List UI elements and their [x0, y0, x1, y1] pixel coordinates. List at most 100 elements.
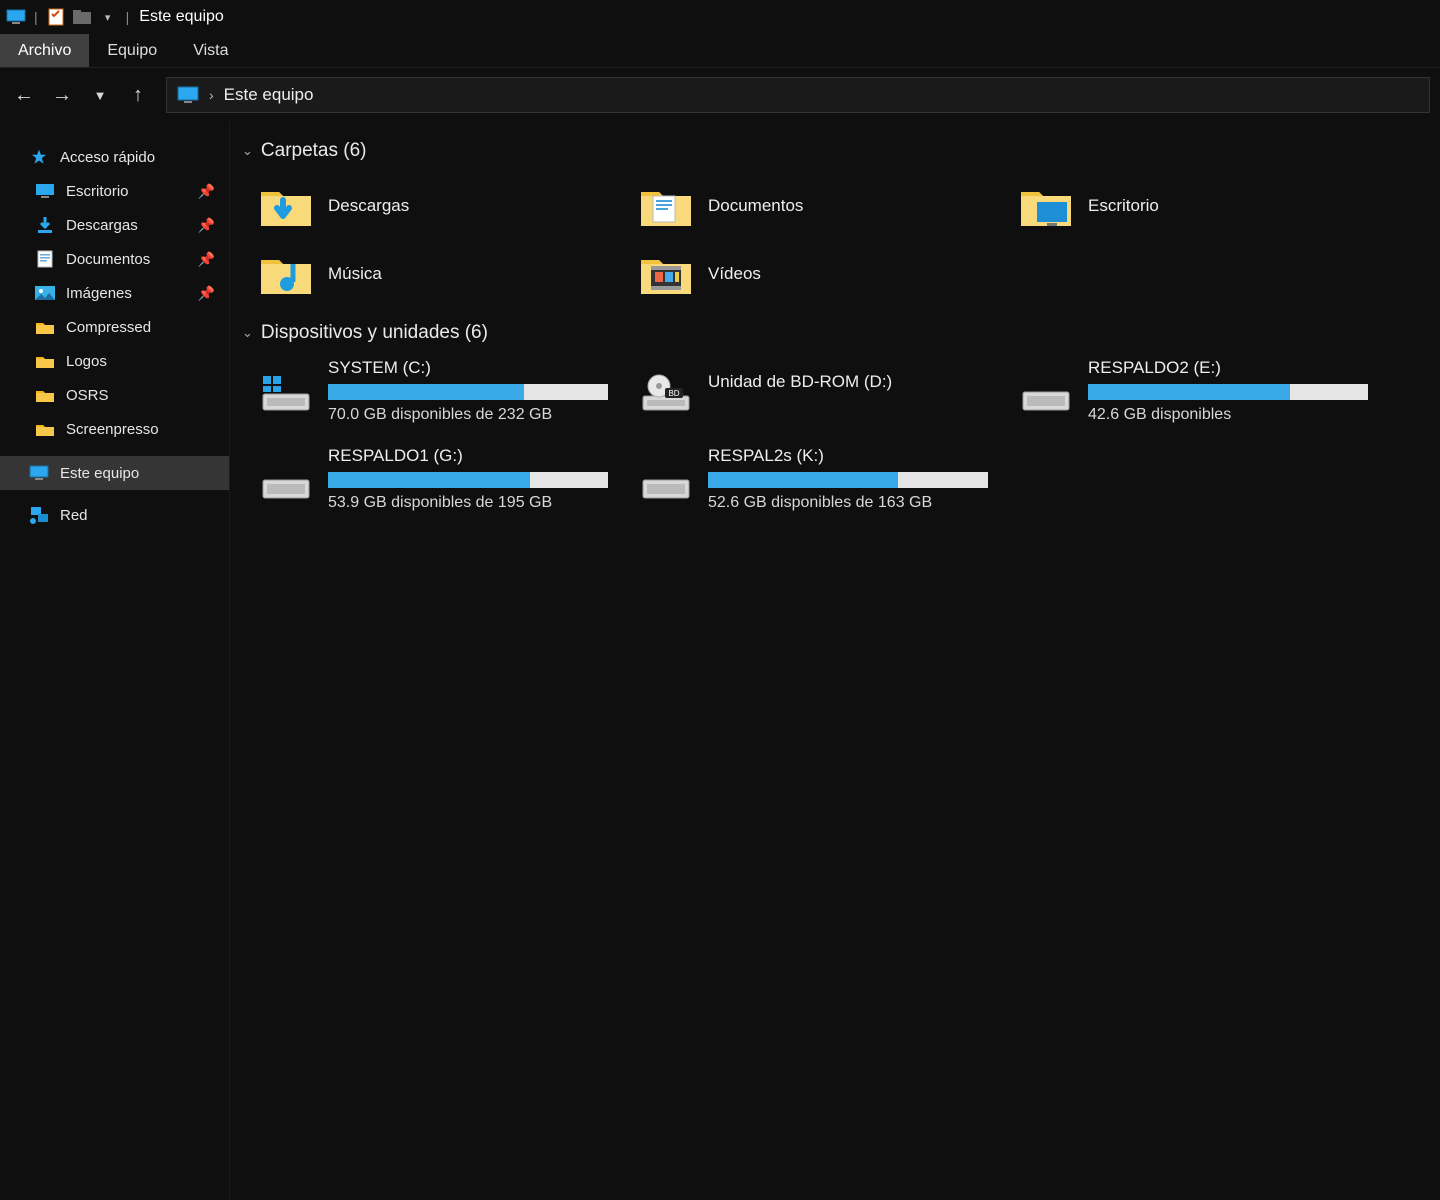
sidebar-quick-access[interactable]: Acceso rápido: [0, 140, 229, 174]
group-header-folders-label: Carpetas (6): [261, 140, 367, 162]
folder-icon: [34, 350, 56, 372]
folder-icon: [34, 418, 56, 440]
drive-info: RESPAL2s (K:) 52.6 GB disponibles de 163…: [708, 446, 1008, 512]
nav-up-button[interactable]: ↑: [124, 81, 152, 109]
hdd-drive-icon: [1018, 370, 1074, 418]
drive-usage-fill: [1088, 384, 1290, 400]
downloads-folder-icon: [258, 182, 314, 230]
drive-usage-fill: [328, 384, 524, 400]
sidebar-item-descargas[interactable]: Descargas 📌: [0, 208, 229, 242]
drive-item-respaldo2-e[interactable]: RESPALDO2 (E:) 42.6 GB disponibles: [1018, 358, 1388, 424]
drive-item-bdrom-d[interactable]: BD Unidad de BD-ROM (D:): [638, 358, 1008, 424]
address-pc-icon: [177, 86, 199, 104]
sidebar-item-osrs[interactable]: OSRS: [0, 378, 229, 412]
drive-free-text: 70.0 GB disponibles de 232 GB: [328, 406, 628, 424]
folder-label: Música: [328, 264, 382, 284]
folder-label: Descargas: [328, 196, 409, 216]
main-pane: ⌄ Carpetas (6) Descargas Documentos: [230, 122, 1440, 1200]
folder-item-musica[interactable]: Música: [258, 244, 628, 304]
folder-icon: [34, 384, 56, 406]
tab-archivo[interactable]: Archivo: [0, 34, 89, 67]
qat-newfolder-icon[interactable]: [72, 7, 92, 27]
drive-name: RESPALDO1 (G:): [328, 446, 628, 466]
pin-icon: 📌: [198, 217, 215, 234]
nav-forward-button[interactable]: →: [48, 81, 76, 109]
sidebar-item-este-equipo[interactable]: Este equipo: [0, 456, 229, 490]
drive-info: SYSTEM (C:) 70.0 GB disponibles de 232 G…: [328, 358, 628, 424]
star-icon: [28, 146, 50, 168]
sidebar-item-label: Red: [60, 507, 88, 524]
sidebar-item-screenpresso[interactable]: Screenpresso: [0, 412, 229, 446]
sidebar-item-imagenes[interactable]: Imágenes 📌: [0, 276, 229, 310]
sidebar-item-logos[interactable]: Logos: [0, 344, 229, 378]
nav-back-button[interactable]: ←: [10, 81, 38, 109]
drive-name: RESPALDO2 (E:): [1088, 358, 1388, 378]
group-header-folders[interactable]: ⌄ Carpetas (6): [238, 134, 1440, 176]
qat-properties-icon[interactable]: [46, 7, 66, 27]
address-bar[interactable]: › Este equipo: [166, 77, 1430, 113]
network-icon: [28, 504, 50, 526]
videos-folder-icon: [638, 250, 694, 298]
sidebar-quick-access-label: Acceso rápido: [60, 149, 155, 166]
chevron-down-icon: ⌄: [242, 143, 253, 159]
music-folder-icon: [258, 250, 314, 298]
titlebar-separator2: |: [124, 9, 132, 25]
sidebar-item-label: Logos: [66, 353, 107, 370]
drive-usage-bar: [708, 472, 988, 488]
qat-customize-icon[interactable]: ▾: [98, 7, 118, 27]
drive-info: Unidad de BD-ROM (D:): [708, 358, 1008, 392]
tab-equipo[interactable]: Equipo: [89, 34, 175, 67]
folder-item-descargas[interactable]: Descargas: [258, 176, 628, 236]
drive-free-text: 52.6 GB disponibles de 163 GB: [708, 494, 1008, 512]
tab-vista[interactable]: Vista: [175, 34, 246, 67]
sidebar-item-compressed[interactable]: Compressed: [0, 310, 229, 344]
titlebar-separator: |: [32, 9, 40, 25]
folder-item-documentos[interactable]: Documentos: [638, 176, 1008, 236]
download-icon: [34, 214, 56, 236]
folder-icon: [34, 316, 56, 338]
drive-item-system-c[interactable]: SYSTEM (C:) 70.0 GB disponibles de 232 G…: [258, 358, 628, 424]
sidebar-item-documentos[interactable]: Documentos 📌: [0, 242, 229, 276]
system-drive-icon: [258, 370, 314, 418]
bdrom-drive-icon: BD: [638, 370, 694, 418]
folder-label: Vídeos: [708, 264, 761, 284]
desktop-icon: [34, 180, 56, 202]
pin-icon: 📌: [198, 251, 215, 268]
sidebar-item-label: Descargas: [66, 217, 138, 234]
drive-free-text: 53.9 GB disponibles de 195 GB: [328, 494, 628, 512]
drive-item-respaldo1-g[interactable]: RESPALDO1 (G:) 53.9 GB disponibles de 19…: [258, 446, 628, 512]
drive-usage-bar: [328, 472, 608, 488]
address-chevron-icon: ›: [209, 87, 214, 103]
folder-label: Documentos: [708, 196, 803, 216]
drive-item-respal2s-k[interactable]: RESPAL2s (K:) 52.6 GB disponibles de 163…: [638, 446, 1008, 512]
folder-item-videos[interactable]: Vídeos: [638, 244, 1008, 304]
sidebar-item-label: Escritorio: [66, 183, 129, 200]
sidebar-item-red[interactable]: Red: [0, 498, 229, 532]
pin-icon: 📌: [198, 285, 215, 302]
ribbon-tabs: Archivo Equipo Vista: [0, 34, 1440, 68]
group-header-drives-label: Dispositivos y unidades (6): [261, 322, 488, 344]
drive-name: RESPAL2s (K:): [708, 446, 1008, 466]
nav-recent-button[interactable]: ▼: [86, 81, 114, 109]
hdd-drive-icon: [258, 458, 314, 506]
drive-name: SYSTEM (C:): [328, 358, 628, 378]
sidebar-item-label: Compressed: [66, 319, 151, 336]
sidebar-item-label: Documentos: [66, 251, 150, 268]
folder-label: Escritorio: [1088, 196, 1159, 216]
desktop-folder-icon: [1018, 182, 1074, 230]
folders-grid: Descargas Documentos Escritorio: [238, 176, 1440, 316]
window-title: Este equipo: [137, 8, 224, 26]
drive-usage-fill: [708, 472, 898, 488]
sidebar-item-escritorio[interactable]: Escritorio 📌: [0, 174, 229, 208]
folder-item-escritorio[interactable]: Escritorio: [1018, 176, 1388, 236]
workspace: Acceso rápido Escritorio 📌 Descargas 📌 D…: [0, 122, 1440, 1200]
drive-info: RESPALDO2 (E:) 42.6 GB disponibles: [1088, 358, 1388, 424]
chevron-down-icon: ⌄: [242, 325, 253, 341]
group-header-drives[interactable]: ⌄ Dispositivos y unidades (6): [238, 316, 1440, 358]
drives-grid: SYSTEM (C:) 70.0 GB disponibles de 232 G…: [238, 358, 1440, 512]
pc-icon: [28, 462, 50, 484]
drive-free-text: 42.6 GB disponibles: [1088, 406, 1388, 424]
pictures-icon: [34, 282, 56, 304]
sidebar-item-label: OSRS: [66, 387, 109, 404]
sidebar-item-label: Este equipo: [60, 465, 139, 482]
